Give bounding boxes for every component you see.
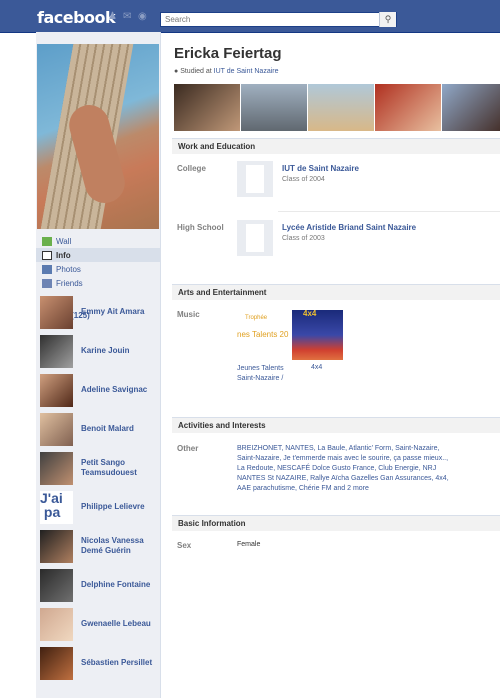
- other-label: Other: [177, 444, 199, 453]
- friend-item[interactable]: Karine Jouin: [40, 333, 160, 369]
- friend-item[interactable]: Sébastien Persillet: [40, 645, 160, 681]
- divider: [278, 211, 500, 212]
- friend-photo[interactable]: [40, 334, 73, 368]
- nav-friends-label: Friends: [56, 278, 83, 288]
- studied-prefix: Studied at: [180, 68, 214, 75]
- notification-icons: ♟ ✉ ◉: [108, 12, 148, 22]
- photo-thumbnail[interactable]: [375, 84, 441, 131]
- photo-thumbnail[interactable]: [442, 84, 500, 131]
- friend-item[interactable]: Emmy Ait Amara: [40, 294, 160, 330]
- nav-friends[interactable]: Friends: [36, 276, 160, 290]
- facebook-logo[interactable]: facebook: [37, 8, 116, 27]
- friends-icon: [42, 278, 52, 288]
- music-image-text: nes Talents 20: [237, 330, 289, 339]
- music-label: Music: [177, 310, 200, 319]
- high-school-class: Class of 2003: [282, 235, 325, 242]
- search-icon[interactable]: ⚲: [379, 12, 396, 27]
- photo-thumbnail[interactable]: [241, 84, 307, 131]
- friend-name[interactable]: Sébastien Persillet: [81, 658, 152, 668]
- friend-photo[interactable]: J'ai pa: [40, 490, 73, 524]
- search-input[interactable]: Search ⚲: [160, 12, 397, 27]
- profile-picture[interactable]: [37, 44, 159, 229]
- friend-photo[interactable]: [40, 646, 73, 680]
- wall-icon: [42, 236, 52, 246]
- nav-wall[interactable]: Wall: [36, 234, 160, 248]
- friend-name[interactable]: Emmy Ait Amara: [81, 307, 144, 317]
- info-icon: [42, 250, 52, 260]
- activities-header: Activities and Interests: [172, 417, 500, 433]
- friend-name[interactable]: Benoit Malard: [81, 424, 134, 434]
- photo-thumbnail[interactable]: [308, 84, 374, 131]
- friend-name[interactable]: Nicolas Vanessa Demé Guérin: [81, 536, 160, 556]
- photo-thumbnail[interactable]: [174, 84, 240, 131]
- nav-photos[interactable]: Photos: [36, 262, 160, 276]
- friend-item[interactable]: Delphine Fontaine: [40, 567, 160, 603]
- friend-item[interactable]: Benoit Malard: [40, 411, 160, 447]
- school-icon[interactable]: [237, 220, 273, 256]
- search-placeholder: Search: [165, 15, 191, 24]
- friend-photo[interactable]: [40, 373, 73, 407]
- work-education-header: Work and Education: [172, 138, 500, 154]
- activities-list[interactable]: BREIZHONET, NANTES, La Baule, Atlantic' …: [237, 444, 452, 494]
- friend-photo[interactable]: [40, 451, 73, 485]
- music-image-text: Trophée: [245, 315, 268, 321]
- friend-name[interactable]: Philippe Lelievre: [81, 502, 145, 512]
- messages-icon[interactable]: ✉: [123, 12, 133, 22]
- friend-item[interactable]: Adeline Savignac: [40, 372, 160, 408]
- basic-info-header: Basic Information: [172, 515, 500, 531]
- studied-link[interactable]: IUT de Saint Nazaire: [214, 68, 279, 75]
- friend-name[interactable]: Delphine Fontaine: [81, 580, 150, 590]
- friend-item[interactable]: Petit Sango Teamsudouest: [40, 450, 160, 486]
- music-caption[interactable]: 4x4: [311, 364, 322, 371]
- high-school-name[interactable]: Lycée Aristide Briand Saint Nazaire: [282, 223, 416, 232]
- nav-info-label: Info: [56, 250, 71, 260]
- music-page-image[interactable]: 4x4: [292, 309, 343, 360]
- friend-photo[interactable]: [40, 412, 73, 446]
- friend-name[interactable]: Adeline Savignac: [81, 385, 147, 395]
- studied-at: ● Studied at IUT de Saint Nazaire: [174, 68, 279, 75]
- music-caption[interactable]: Jeunes Talents Saint-Nazaire /: [237, 364, 293, 384]
- profile-name: Ericka Feiertag: [174, 45, 282, 62]
- friend-photo[interactable]: [40, 529, 73, 563]
- sex-label: Sex: [177, 541, 192, 550]
- photo-strip: [174, 84, 500, 131]
- arts-header: Arts and Entertainment: [172, 284, 500, 300]
- top-bar: facebook ♟ ✉ ◉ Search ⚲: [0, 0, 500, 33]
- college-name[interactable]: IUT de Saint Nazaire: [282, 164, 359, 173]
- profile-nav: Wall Info Photos Friends: [36, 234, 160, 290]
- college-label: College: [177, 164, 206, 173]
- friend-requests-icon[interactable]: ♟: [108, 12, 118, 22]
- friend-item[interactable]: Nicolas Vanessa Demé Guérin: [40, 528, 160, 564]
- friend-name[interactable]: Karine Jouin: [81, 346, 129, 356]
- friend-item[interactable]: J'ai pa Philippe Lelievre: [40, 489, 160, 525]
- nav-photos-label: Photos: [56, 264, 81, 274]
- friend-name[interactable]: Gwenaelle Lebeau: [81, 619, 151, 629]
- notifications-icon[interactable]: ◉: [138, 12, 148, 22]
- high-school-label: High School: [177, 223, 224, 232]
- school-icon[interactable]: [237, 161, 273, 197]
- friend-item[interactable]: Gwenaelle Lebeau: [40, 606, 160, 642]
- friend-photo[interactable]: [40, 295, 73, 329]
- music-page-image[interactable]: Trophée nes Talents 20: [237, 310, 289, 360]
- friend-photo[interactable]: [40, 607, 73, 641]
- friend-photo[interactable]: [40, 568, 73, 602]
- nav-info[interactable]: Info: [36, 248, 160, 262]
- friend-name[interactable]: Petit Sango Teamsudouest: [81, 458, 160, 478]
- photos-icon: [42, 264, 52, 274]
- music-image-text: 4x4: [303, 309, 317, 318]
- nav-wall-label: Wall: [56, 236, 72, 246]
- sex-value: Female: [237, 541, 261, 548]
- college-class: Class of 2004: [282, 176, 325, 183]
